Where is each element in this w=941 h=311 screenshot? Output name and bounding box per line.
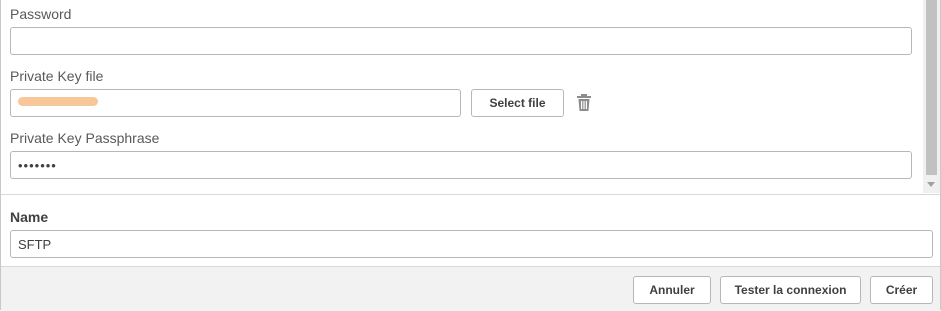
dialog-footer: Annuler Tester la connexion Créer <box>1 266 940 311</box>
connection-settings-scroll-area: Password Private Key file Select file Pr… <box>1 0 923 193</box>
trash-icon[interactable] <box>576 94 592 112</box>
private-key-file-label: Private Key file <box>10 68 104 84</box>
passphrase-input[interactable] <box>10 151 912 179</box>
passphrase-label: Private Key Passphrase <box>10 130 160 146</box>
name-label: Name <box>10 209 49 225</box>
vertical-scrollbar[interactable] <box>923 0 940 193</box>
cancel-button[interactable]: Annuler <box>633 276 711 304</box>
test-connection-button[interactable]: Tester la connexion <box>720 276 861 304</box>
password-input[interactable] <box>10 27 912 55</box>
create-button[interactable]: Créer <box>870 276 933 304</box>
select-file-button[interactable]: Select file <box>471 89 564 117</box>
name-input[interactable] <box>10 230 933 258</box>
connection-dialog: Password Private Key file Select file Pr… <box>0 0 941 311</box>
section-divider <box>1 194 940 195</box>
scrollbar-thumb[interactable] <box>926 0 937 175</box>
redacted-file-path <box>18 97 98 106</box>
password-label: Password <box>10 6 72 22</box>
scroll-down-arrow-icon[interactable] <box>927 182 935 187</box>
